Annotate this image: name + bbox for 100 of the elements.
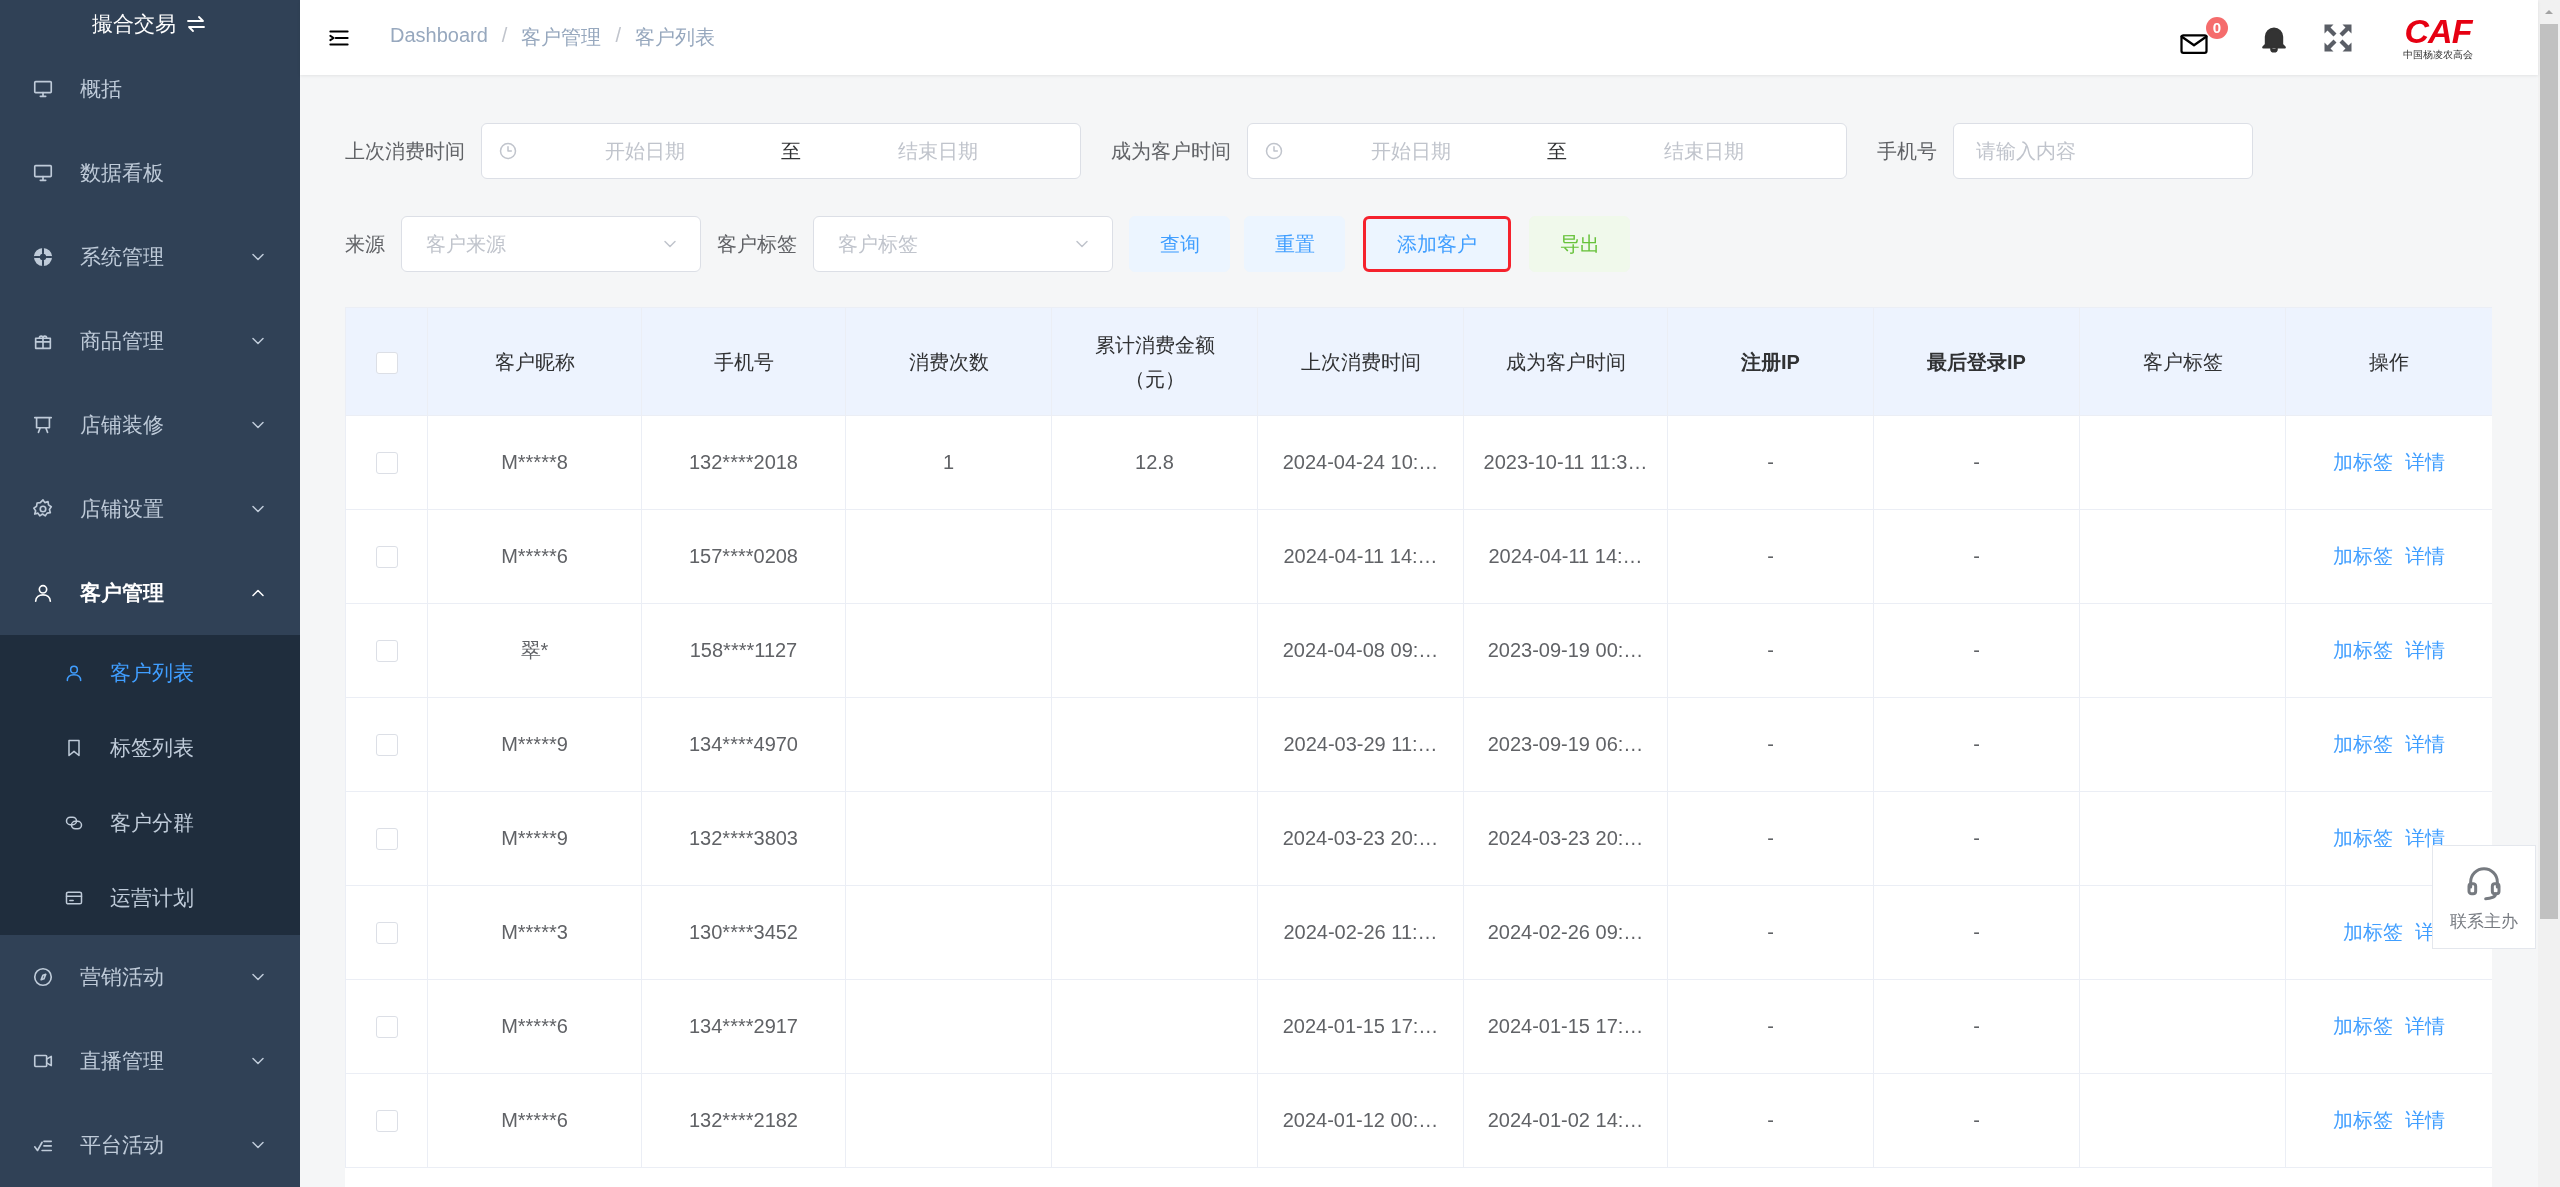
column-header: 客户昵称 [494,350,575,373]
lifebuoy-icon [32,246,54,268]
menu-item[interactable]: 平台活动 [0,1103,300,1187]
details-link[interactable]: 详情 [2405,1015,2445,1037]
app-title: 撮合交易 [92,10,176,37]
table-cell: 翠* [520,639,549,661]
menu-item[interactable]: 商品管理 [0,299,300,383]
table-cell: 2024-01-15 17:… [1282,1015,1439,1037]
checkbox[interactable] [375,452,398,475]
details-link[interactable]: 详情 [2405,1109,2445,1131]
checkbox[interactable] [375,734,398,757]
end-date-input[interactable]: 结束日期 [811,138,1064,164]
table-cell: M*****8 [501,451,568,473]
table-cell: - [1973,1109,1980,1131]
table-cell: - [1973,827,1980,849]
table-cell: 2023-09-19 06:… [1487,733,1644,755]
checkbox[interactable] [375,546,398,569]
add-tag-link[interactable]: 加标签 [2333,639,2393,661]
action-button[interactable]: 重置 [1244,216,1345,272]
breadcrumb-separator: / [501,24,508,48]
add-tag-link[interactable]: 加标签 [2333,827,2393,849]
menu-item[interactable]: 店铺装修 [0,383,300,467]
details-link[interactable]: 详情 [2405,451,2445,473]
date-range-field[interactable]: 开始日期 至 结束日期 [481,123,1081,179]
menu-item[interactable]: 店铺设置 [0,467,300,551]
table-cell: - [1973,921,1980,943]
checkbox[interactable] [375,1110,398,1133]
date-range-field[interactable]: 开始日期 至 结束日期 [1247,123,1847,179]
details-link[interactable]: 详情 [2405,639,2445,661]
action-button[interactable]: 查询 [1129,216,1230,272]
submenu-item[interactable]: 标签列表 [0,710,300,785]
checkbox[interactable] [375,828,398,851]
table-cell: 2023-09-19 00:… [1487,639,1644,661]
column-header: 注册IP [1741,350,1800,373]
column-header: 消费次数 [908,350,989,373]
add-tag-link[interactable]: 加标签 [2333,733,2393,755]
menu-item[interactable]: 客户管理 [0,551,300,635]
table-cell: M*****9 [501,827,568,849]
details-link[interactable]: 详 [2415,921,2435,943]
checkbox[interactable] [375,352,398,375]
add-tag-link[interactable]: 加标签 [2333,1109,2393,1131]
table-cell: 132****2018 [689,451,798,473]
submenu-item[interactable]: 客户分群 [0,785,300,860]
table-cell: M*****3 [501,921,568,943]
mail-button[interactable]: 0 [2176,16,2228,59]
column-header: 累计消费金额（元） [1093,332,1216,392]
table-cell: 1 [942,451,955,473]
table-cell: - [1767,639,1774,661]
checkbox[interactable] [375,922,398,945]
table-cell: - [1973,451,1980,473]
menu-item[interactable]: 系统管理 [0,215,300,299]
details-link[interactable]: 详情 [2405,733,2445,755]
input-field[interactable]: 请输入内容 [1953,123,2253,179]
submenu-item[interactable]: 运营计划 [0,860,300,935]
export-button[interactable]: 导出 [1529,216,1630,272]
table-cell: 2024-02-26 11:… [1283,921,1438,943]
action-button[interactable]: 添加客户 [1363,216,1511,272]
table-cell: M*****6 [501,1109,568,1131]
start-date-input[interactable]: 开始日期 [518,138,771,164]
end-date-input[interactable]: 结束日期 [1577,138,1830,164]
add-tag-link[interactable]: 加标签 [2333,1015,2393,1037]
notification-badge: 0 [2205,16,2228,39]
column-header: 成为客户时间 [1505,350,1626,373]
field-label: 上次消费时间 [345,138,465,164]
add-tag-link[interactable]: 加标签 [2343,921,2403,943]
table-cell: - [1973,733,1980,755]
breadcrumb-item[interactable]: Dashboard [390,24,488,51]
table-cell: 2024-04-24 10:… [1282,451,1439,473]
menu-item[interactable]: 营销活动 [0,935,300,1019]
menu-item[interactable]: 数据看板 [0,131,300,215]
select-input[interactable]: 客户标签 [836,231,1072,257]
easel-icon [32,414,54,436]
add-tag-link[interactable]: 加标签 [2333,545,2393,567]
table-cell: 2024-02-26 09:… [1487,921,1644,943]
select-field[interactable]: 客户标签 [813,216,1113,272]
table-cell: 2024-04-11 14:… [1488,545,1643,567]
menu-item[interactable]: 直播管理 [0,1019,300,1103]
table-cell: M*****6 [501,1015,568,1037]
table-cell: M*****9 [501,733,568,755]
add-tag-link[interactable]: 加标签 [2333,451,2393,473]
select-field[interactable]: 客户来源 [401,216,701,272]
table-cell: - [1767,921,1774,943]
checkbox[interactable] [375,1016,398,1039]
menu-item[interactable]: 概括 [0,47,300,131]
monitor-icon [32,162,54,184]
breadcrumb-separator: / [615,24,621,48]
checkbox[interactable] [375,640,398,663]
select-input[interactable]: 客户来源 [424,231,660,257]
submenu-item[interactable]: 客户列表 [0,635,300,710]
breadcrumb-item: 客户列表 [634,25,715,50]
table-cell: 2024-03-23 20:… [1282,827,1439,849]
start-date-input[interactable]: 开始日期 [1284,138,1537,164]
logo: CAF 中国杨凌农高会 [2402,13,2474,62]
scrollbar-thumb[interactable] [2540,24,2558,919]
table-cell: 130****3452 [689,921,798,943]
details-link[interactable]: 详情 [2405,545,2445,567]
field-label: 客户标签 [717,231,797,257]
table-cell: - [1767,451,1774,473]
breadcrumb-item[interactable]: 客户管理 [521,24,602,51]
column-header: 上次消费时间 [1300,350,1421,373]
